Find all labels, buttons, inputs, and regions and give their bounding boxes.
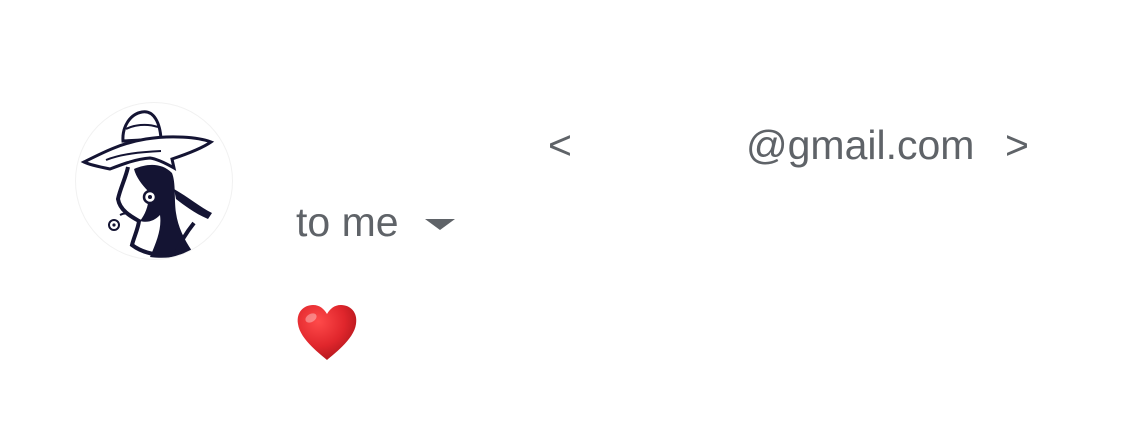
message-body: ❤️ [296, 296, 366, 366]
sender-email[interactable]: @gmail.com [746, 120, 974, 170]
caret-down-icon[interactable] [424, 218, 455, 230]
email-header: < @gmail.com > to me ❤️ [0, 0, 1136, 440]
recipient-label: to me [296, 199, 399, 245]
avatar-icon [80, 110, 215, 258]
heart-icon [297, 305, 357, 360]
email-open-bracket: < [548, 122, 572, 168]
sender-line: < @gmail.com > [296, 120, 1096, 170]
sender-avatar[interactable] [76, 103, 232, 259]
recipient-details-toggle[interactable]: to me [296, 196, 455, 248]
message-body-text: ❤️ [296, 296, 297, 297]
email-close-bracket: > [1005, 122, 1029, 168]
